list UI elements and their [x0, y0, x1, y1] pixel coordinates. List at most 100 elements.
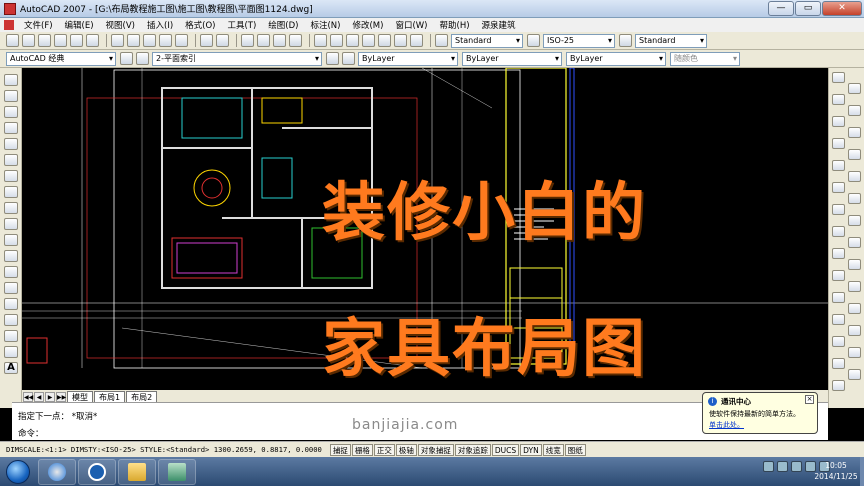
hatch-icon[interactable] — [4, 298, 18, 310]
otrack-toggle[interactable]: 对象追踪 — [454, 443, 491, 456]
dim-style-select[interactable]: ISO-25 — [543, 33, 615, 48]
menu-view[interactable]: 视图(V) — [100, 19, 141, 31]
chamfer-icon[interactable] — [832, 226, 845, 237]
menu-edit[interactable]: 编辑(E) — [59, 19, 100, 31]
sheet-set-icon[interactable] — [362, 34, 375, 47]
lineweight-select[interactable]: ByLayer — [566, 51, 666, 66]
polyline-icon[interactable] — [4, 106, 18, 118]
properties-icon[interactable] — [314, 34, 327, 47]
explode-icon[interactable] — [832, 248, 845, 259]
menu-insert[interactable]: 插入(I) — [141, 19, 179, 31]
minimize-button[interactable]: — — [768, 1, 794, 16]
tab-model[interactable]: 模型 — [67, 391, 93, 402]
layer-manager-icon[interactable] — [136, 52, 149, 65]
last-tab-button[interactable]: ▶▶ — [56, 392, 66, 402]
osnap-settings-icon[interactable] — [832, 380, 845, 391]
save-icon[interactable] — [38, 34, 51, 47]
notification-link[interactable]: 单击此处。 — [709, 420, 744, 430]
menu-tools[interactable]: 工具(T) — [221, 19, 262, 31]
tray-icon[interactable] — [777, 461, 788, 472]
ducs-toggle[interactable]: DUCS — [491, 443, 520, 456]
revision-cloud-icon[interactable] — [4, 186, 18, 198]
tab-layout1[interactable]: 布局1 — [94, 391, 126, 402]
break-at-point-icon[interactable] — [848, 193, 861, 204]
block-editor-icon[interactable] — [175, 34, 188, 47]
multiline-text-icon[interactable]: A — [4, 362, 18, 374]
linetype-select[interactable]: ByLayer — [462, 51, 562, 66]
osnap-center-icon[interactable] — [832, 292, 845, 303]
osnap-endpoint-icon[interactable] — [848, 259, 861, 270]
polar-toggle[interactable]: 极轴 — [395, 443, 417, 456]
ellipse-arc-icon[interactable] — [4, 234, 18, 246]
polygon-icon[interactable] — [4, 122, 18, 134]
plotstyle-select[interactable]: 随颜色 — [670, 51, 740, 66]
osnap-intersection-icon[interactable] — [848, 281, 861, 292]
zoom-previous-icon[interactable] — [289, 34, 302, 47]
make-block-icon[interactable] — [4, 266, 18, 278]
offset-icon[interactable] — [848, 105, 861, 116]
menu-yuanquan[interactable]: 源泉建筑 — [476, 19, 522, 31]
command-prompt[interactable]: 命令： — [18, 427, 44, 439]
taskbar-explorer[interactable] — [118, 458, 156, 485]
close-button[interactable]: ✕ — [822, 1, 862, 16]
mirror-icon[interactable] — [832, 94, 845, 105]
menu-draw[interactable]: 绘图(D) — [262, 19, 304, 31]
join-icon[interactable] — [848, 215, 861, 226]
help-icon[interactable] — [410, 34, 423, 47]
notification-close-button[interactable]: × — [805, 395, 814, 404]
break-icon[interactable] — [832, 204, 845, 215]
taskbar-browser[interactable] — [38, 458, 76, 485]
show-desktop-button[interactable] — [860, 457, 864, 486]
table-icon[interactable] — [4, 346, 18, 358]
menu-file[interactable]: 文件(F) — [18, 19, 59, 31]
pan-icon[interactable] — [241, 34, 254, 47]
new-file-icon[interactable] — [6, 34, 19, 47]
publish-icon[interactable] — [86, 34, 99, 47]
line-icon[interactable] — [4, 74, 18, 86]
color-select[interactable]: ByLayer — [358, 51, 458, 66]
layer-previous-icon[interactable] — [342, 52, 355, 65]
zoom-realtime-icon[interactable] — [257, 34, 270, 47]
rotate-icon[interactable] — [832, 138, 845, 149]
menu-modify[interactable]: 修改(M) — [346, 19, 389, 31]
ortho-toggle[interactable]: 正交 — [373, 443, 395, 456]
region-icon[interactable] — [4, 330, 18, 342]
array-icon[interactable] — [832, 116, 845, 127]
osnap-nearest-icon[interactable] — [832, 358, 845, 369]
osnap-tangent-icon[interactable] — [832, 314, 845, 325]
rectangle-icon[interactable] — [4, 138, 18, 150]
menu-window[interactable]: 窗口(W) — [389, 19, 433, 31]
scale-icon[interactable] — [848, 149, 861, 160]
insert-block-icon[interactable] — [4, 250, 18, 262]
text-style-select[interactable]: Standard — [451, 33, 523, 48]
tray-icon[interactable] — [791, 461, 802, 472]
ellipse-icon[interactable] — [4, 218, 18, 230]
osnap-quadrant-icon[interactable] — [848, 303, 861, 314]
autocad-app-icon[interactable] — [4, 2, 16, 15]
osnap-insert-icon[interactable] — [832, 336, 845, 347]
taskbar-autocad[interactable] — [158, 458, 196, 485]
paste-icon[interactable] — [143, 34, 156, 47]
design-center-icon[interactable] — [330, 34, 343, 47]
osnap-midpoint-icon[interactable] — [832, 270, 845, 281]
undo-icon[interactable] — [200, 34, 213, 47]
trim-icon[interactable] — [848, 171, 861, 182]
print-icon[interactable] — [54, 34, 67, 47]
tool-palettes-icon[interactable] — [346, 34, 359, 47]
match-properties-icon[interactable] — [159, 34, 172, 47]
table-style-select[interactable]: Standard — [635, 33, 707, 48]
osnap-none-icon[interactable] — [848, 369, 861, 380]
redo-icon[interactable] — [216, 34, 229, 47]
osnap-perpendicular-icon[interactable] — [848, 325, 861, 336]
menu-format[interactable]: 格式(O) — [179, 19, 221, 31]
calculator-icon[interactable] — [394, 34, 407, 47]
move-icon[interactable] — [848, 127, 861, 138]
dyn-toggle[interactable]: DYN — [520, 443, 542, 456]
drawing-canvas[interactable]: 装修小白的 家具布局图 — [22, 68, 828, 390]
zoom-window-icon[interactable] — [273, 34, 286, 47]
gradient-icon[interactable] — [4, 314, 18, 326]
make-current-layer-icon[interactable] — [326, 52, 339, 65]
cut-icon[interactable] — [111, 34, 124, 47]
snap-toggle[interactable]: 捕捉 — [329, 443, 351, 456]
workspace-select[interactable]: AutoCAD 经典 — [6, 51, 116, 66]
